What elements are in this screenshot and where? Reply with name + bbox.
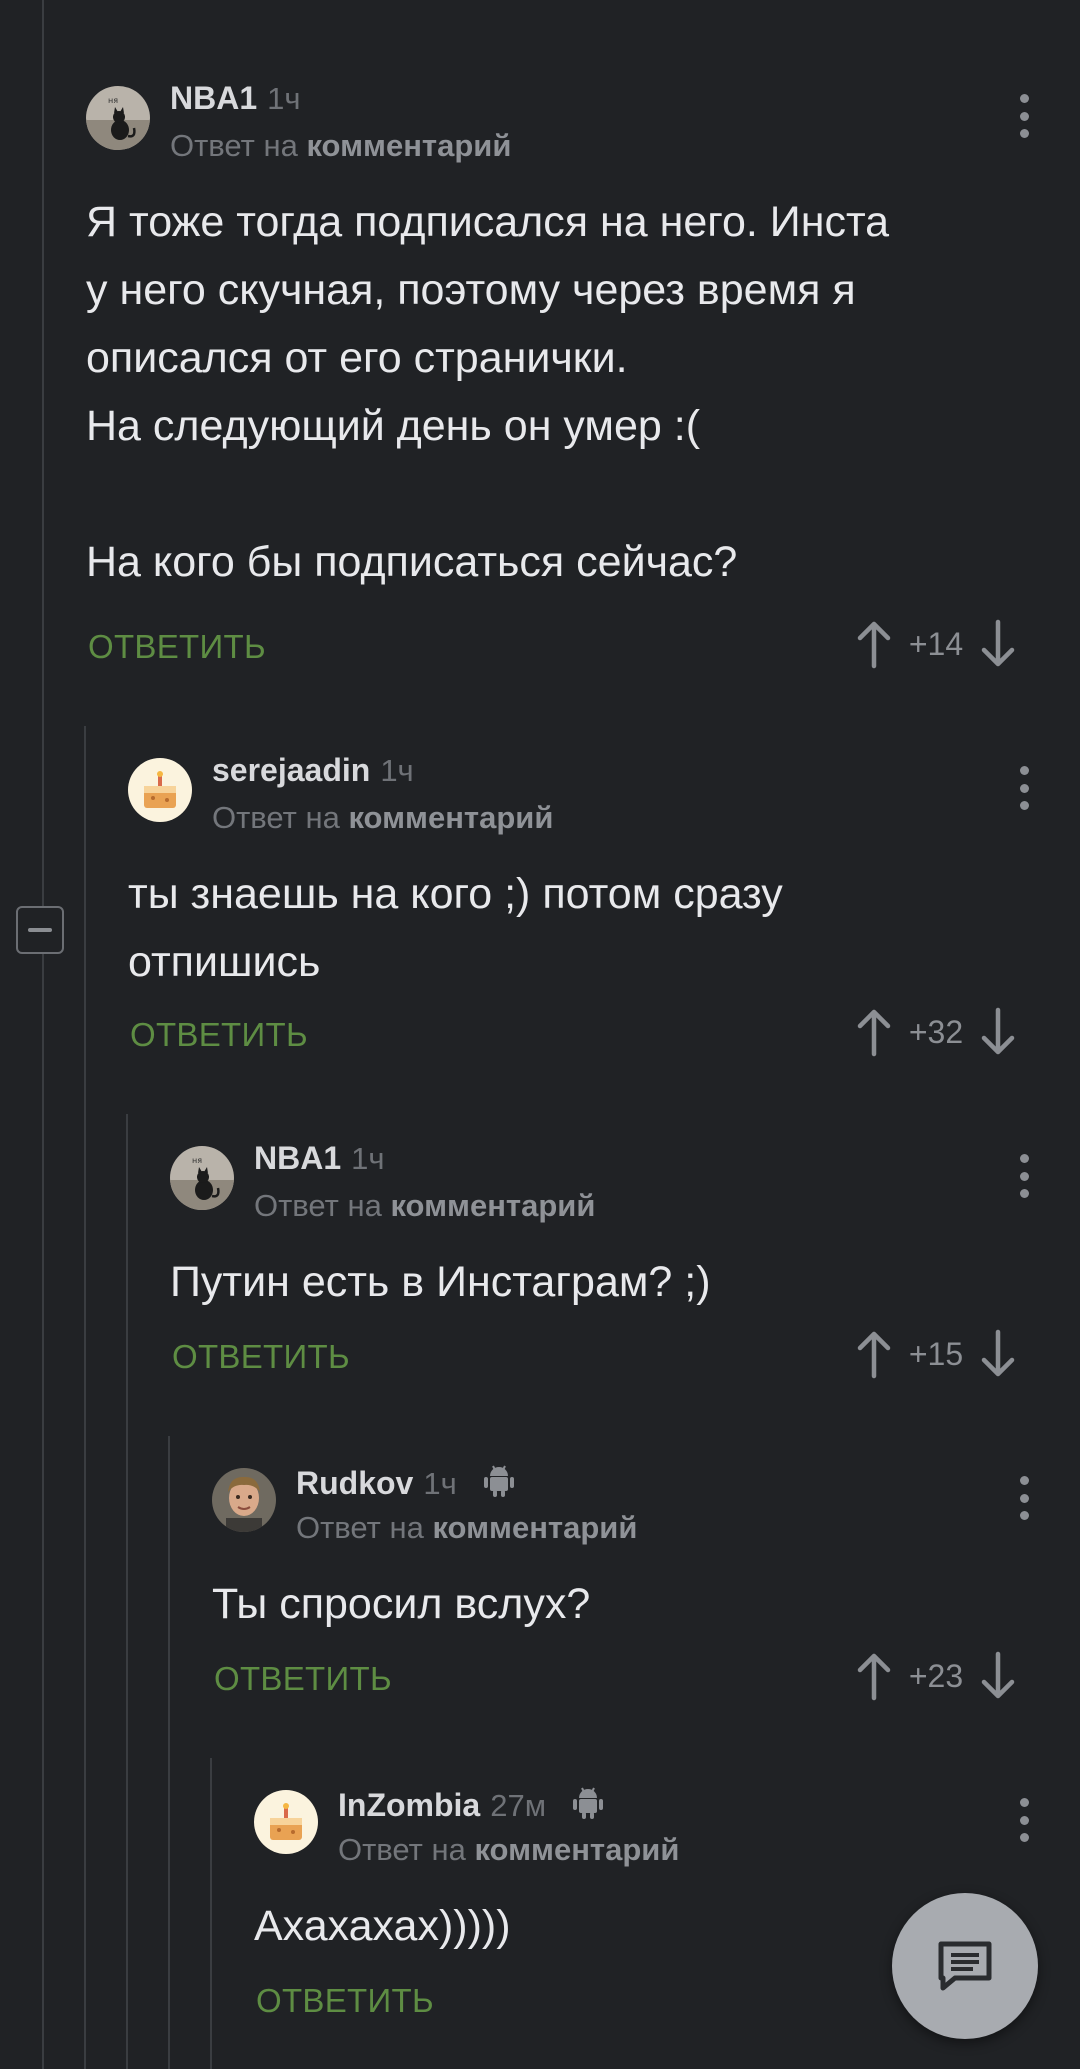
svg-text:ня: ня: [192, 1156, 202, 1165]
downvote-icon[interactable]: [978, 1650, 1018, 1702]
reply-to-target[interactable]: комментарий: [390, 1188, 595, 1223]
reply-button[interactable]: ОТВЕТИТЬ: [130, 1016, 308, 1054]
avatar[interactable]: [212, 1468, 276, 1532]
more-options-icon[interactable]: [1014, 766, 1034, 810]
more-options-icon[interactable]: [1014, 1154, 1034, 1198]
write-comment-button[interactable]: [892, 1893, 1038, 2039]
score: +32: [908, 1013, 964, 1050]
score: +14: [908, 625, 964, 662]
score: +23: [908, 1657, 964, 1694]
minus-icon: [28, 928, 52, 932]
upvote-icon[interactable]: [854, 618, 894, 670]
reply-button[interactable]: ОТВЕТИТЬ: [172, 1338, 350, 1376]
reply-button[interactable]: ОТВЕТИТЬ: [88, 628, 266, 666]
reply-to-link[interactable]: Ответ на комментарий: [212, 800, 553, 836]
comment-time: 27м: [490, 1788, 547, 1823]
more-options-icon[interactable]: [1014, 94, 1034, 138]
comment-time: 1ч: [351, 1141, 385, 1176]
comment-time: 1ч: [380, 753, 414, 788]
comment-time: 1ч: [423, 1466, 457, 1501]
svg-text:ня: ня: [108, 96, 118, 105]
author-name[interactable]: Rudkov: [296, 1465, 413, 1501]
comment-text: Путин есть в Инстаграм? ;): [170, 1258, 711, 1306]
cat-avatar-icon: ня: [170, 1146, 234, 1210]
comment-header: InZombia 27м: [338, 1784, 604, 1824]
avatar[interactable]: ня: [86, 86, 150, 150]
reply-to-prefix: Ответ на: [296, 1510, 424, 1545]
vote-controls: +32: [854, 1006, 1018, 1058]
thread-line: [210, 1758, 212, 2069]
reply-to-target[interactable]: комментарий: [474, 1832, 679, 1867]
vote-controls: +15: [854, 1328, 1018, 1380]
cake-avatar-icon: [254, 1790, 318, 1854]
vote-controls: +23: [854, 1650, 1018, 1702]
score: +15: [908, 1335, 964, 1372]
comment-header: NBA1 1ч: [170, 80, 301, 117]
author-name[interactable]: serejaadin: [212, 752, 370, 788]
vote-controls: +14: [854, 618, 1018, 670]
android-icon: [484, 1465, 515, 1497]
avatar[interactable]: [254, 1790, 318, 1854]
reply-to-target[interactable]: комментарий: [348, 800, 553, 835]
reply-to-prefix: Ответ на: [254, 1188, 382, 1223]
cake-avatar-icon: [128, 758, 192, 822]
comment-header: Rudkov 1ч: [296, 1462, 515, 1502]
reply-to-target[interactable]: комментарий: [432, 1510, 637, 1545]
author-name[interactable]: NBA1: [170, 80, 257, 116]
comment-text: Ты спросил вслух?: [212, 1580, 591, 1628]
thread-line: [126, 1114, 128, 2069]
downvote-icon[interactable]: [978, 1328, 1018, 1380]
author-name[interactable]: NBA1: [254, 1140, 341, 1176]
downvote-icon[interactable]: [978, 1006, 1018, 1058]
comment-text: Я тоже тогда подписался на него. Инста у…: [86, 198, 890, 586]
reply-to-link[interactable]: Ответ на комментарий: [296, 1510, 637, 1546]
reply-to-link[interactable]: Ответ на комментарий: [170, 128, 511, 164]
comment-text: ты знаешь на кого ;) потом сразу отпишис…: [128, 870, 783, 986]
collapse-thread-button[interactable]: [16, 906, 64, 954]
upvote-icon[interactable]: [854, 1650, 894, 1702]
reply-to-link[interactable]: Ответ на комментарий: [254, 1188, 595, 1224]
thread-line: [42, 0, 44, 2069]
avatar[interactable]: [128, 758, 192, 822]
android-icon: [573, 1787, 604, 1819]
reply-to-link[interactable]: Ответ на комментарий: [338, 1832, 679, 1868]
reply-to-prefix: Ответ на: [212, 800, 340, 835]
thread-line: [168, 1436, 170, 2069]
upvote-icon[interactable]: [854, 1328, 894, 1380]
reply-to-prefix: Ответ на: [170, 128, 298, 163]
reply-button[interactable]: ОТВЕТИТЬ: [256, 1982, 434, 2020]
more-options-icon[interactable]: [1014, 1798, 1034, 1842]
comment-header: serejaadin 1ч: [212, 752, 414, 789]
photo-avatar-icon: [212, 1468, 276, 1532]
reply-button[interactable]: ОТВЕТИТЬ: [214, 1660, 392, 1698]
downvote-icon[interactable]: [978, 618, 1018, 670]
avatar[interactable]: ня: [170, 1146, 234, 1210]
author-name[interactable]: InZombia: [338, 1787, 480, 1823]
more-options-icon[interactable]: [1014, 1476, 1034, 1520]
reply-to-prefix: Ответ на: [338, 1832, 466, 1867]
comments-screen: ня NBA1 1ч Ответ на комментарий Я тоже то…: [0, 0, 1080, 2069]
comment-header: NBA1 1ч: [254, 1140, 385, 1177]
thread-line: [84, 726, 86, 2069]
upvote-icon[interactable]: [854, 1006, 894, 1058]
comment-icon: [938, 1941, 992, 1991]
cat-avatar-icon: ня: [86, 86, 150, 150]
reply-to-target[interactable]: комментарий: [306, 128, 511, 163]
comment-time: 1ч: [267, 81, 301, 116]
